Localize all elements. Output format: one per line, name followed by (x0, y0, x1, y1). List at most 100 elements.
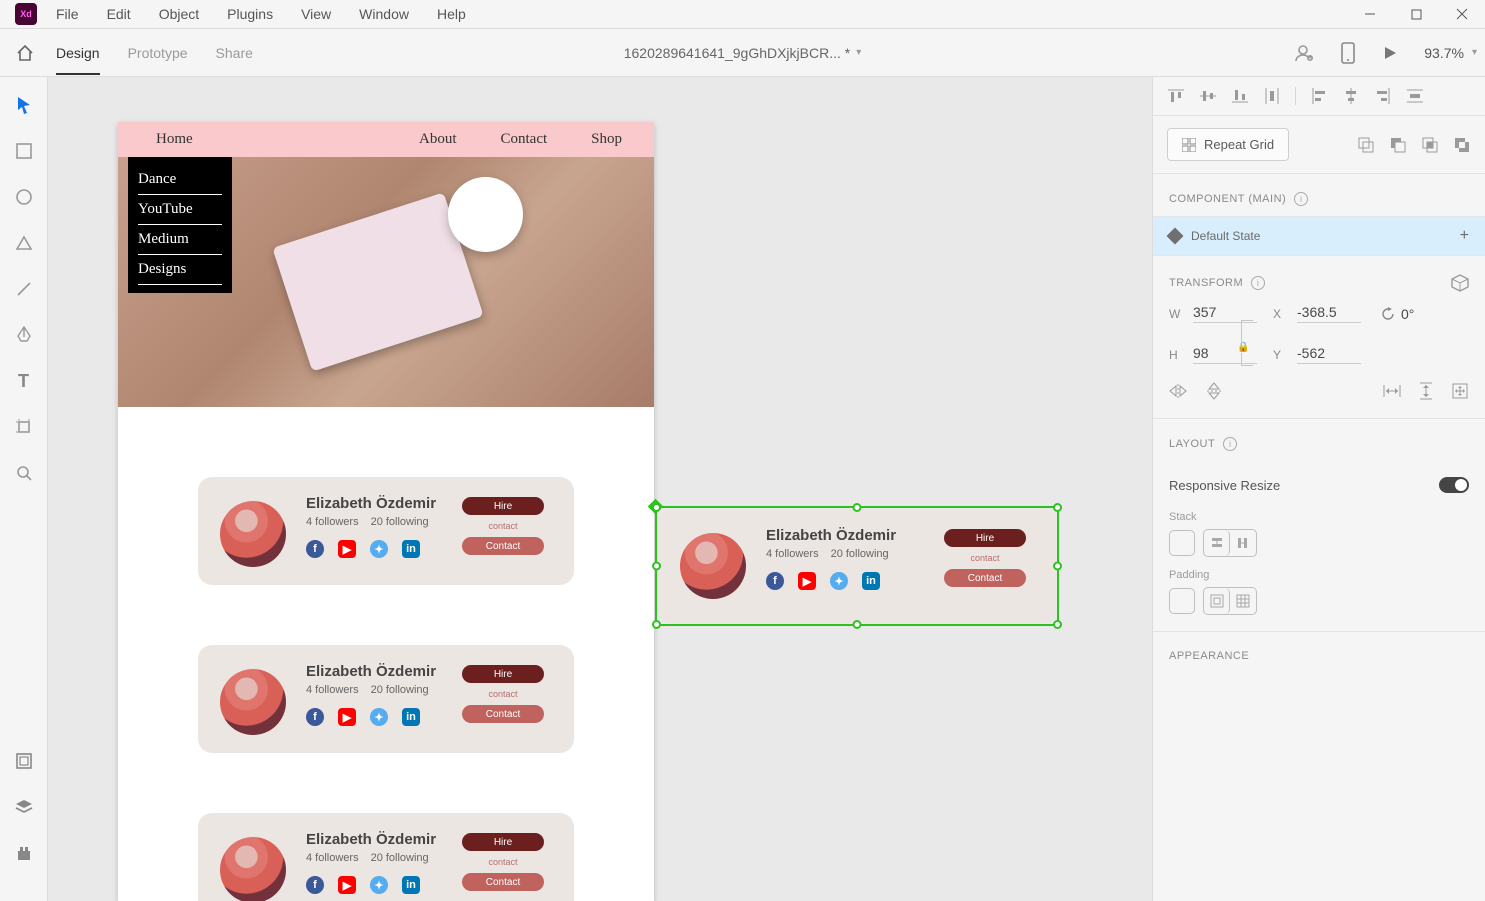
facebook-icon[interactable]: f (306, 708, 324, 726)
boolean-add[interactable] (1357, 136, 1375, 154)
close-button[interactable] (1439, 0, 1485, 29)
resize-handle[interactable] (1053, 620, 1062, 629)
sidebar-item-dance[interactable]: Dance (138, 165, 222, 195)
tab-share[interactable]: Share (216, 31, 253, 75)
facebook-icon[interactable]: f (766, 572, 784, 590)
align-left[interactable] (1310, 87, 1328, 105)
flip-horizontal[interactable] (1169, 382, 1187, 400)
distribute-v[interactable] (1263, 87, 1281, 105)
twitter-icon[interactable]: ✦ (370, 708, 388, 726)
hire-button[interactable]: Hire (462, 833, 544, 851)
info-icon[interactable]: i (1294, 192, 1308, 206)
device-preview-button[interactable] (1340, 42, 1356, 64)
contact-button[interactable]: Contact (462, 873, 544, 891)
assets-panel[interactable] (12, 749, 36, 773)
responsive-resize-toggle[interactable] (1439, 477, 1469, 493)
align-middle[interactable] (1199, 87, 1217, 105)
twitter-icon[interactable]: ✦ (370, 876, 388, 894)
align-center[interactable] (1342, 87, 1360, 105)
stack-horizontal[interactable] (1230, 530, 1256, 556)
plugins-panel[interactable] (12, 841, 36, 865)
repeat-grid-button[interactable]: Repeat Grid (1167, 128, 1289, 161)
youtube-icon[interactable]: ▶ (338, 876, 356, 894)
value-y[interactable]: -562 (1297, 345, 1361, 364)
invite-button[interactable]: + (1294, 43, 1314, 63)
nav-contact[interactable]: Contact (479, 131, 570, 148)
resize-handle[interactable] (1053, 503, 1062, 512)
linkedin-icon[interactable]: in (862, 572, 880, 590)
nav-home[interactable]: Home (118, 131, 231, 148)
hire-button[interactable]: Hire (462, 497, 544, 515)
resize-handle[interactable] (1053, 562, 1062, 571)
info-icon[interactable]: i (1251, 276, 1265, 290)
resize-handle[interactable] (853, 620, 862, 629)
tab-prototype[interactable]: Prototype (128, 31, 188, 75)
linkedin-icon[interactable]: in (402, 876, 420, 894)
profile-card[interactable]: Elizabeth Özdemir 4 followers20 followin… (198, 477, 574, 585)
padding-uniform[interactable] (1204, 588, 1230, 614)
youtube-icon[interactable]: ▶ (338, 708, 356, 726)
align-top[interactable] (1167, 87, 1185, 105)
enable-padding-checkbox[interactable] (1169, 588, 1195, 614)
menu-plugins[interactable]: Plugins (227, 6, 273, 22)
pen-tool[interactable] (12, 323, 36, 347)
fix-width[interactable] (1383, 382, 1401, 400)
align-bottom[interactable] (1231, 87, 1249, 105)
facebook-icon[interactable]: f (306, 540, 324, 558)
document-title[interactable]: 1620289641641_9gGhDXjkjBCR... * ▾ (624, 45, 862, 61)
profile-card[interactable]: Elizabeth Özdemir 4 followers20 followin… (198, 813, 574, 901)
maximize-button[interactable] (1393, 0, 1439, 29)
sidebar-item-youtube[interactable]: YouTube (138, 195, 222, 225)
boolean-intersect[interactable] (1421, 136, 1439, 154)
zoom-tool[interactable] (12, 461, 36, 485)
resize-handle[interactable] (652, 503, 661, 512)
zoom-control[interactable]: 93.7% ▾ (1424, 45, 1477, 61)
resize-handle[interactable] (652, 562, 661, 571)
minimize-button[interactable] (1347, 0, 1393, 29)
hire-button[interactable]: Hire (462, 665, 544, 683)
linkedin-icon[interactable]: in (402, 540, 420, 558)
stack-vertical[interactable] (1204, 530, 1230, 556)
enable-stack-checkbox[interactable] (1169, 530, 1195, 556)
select-tool[interactable] (12, 93, 36, 117)
selected-component[interactable]: Elizabeth Özdemir 4 followers20 followin… (658, 509, 1056, 623)
menu-file[interactable]: File (56, 6, 79, 22)
3d-transform-icon[interactable] (1451, 274, 1469, 292)
text-tool[interactable]: T (12, 369, 36, 393)
default-state-row[interactable]: Default State + (1153, 216, 1485, 256)
linkedin-icon[interactable]: in (402, 708, 420, 726)
sidebar-item-designs[interactable]: Designs (138, 255, 222, 285)
add-state-button[interactable]: + (1460, 227, 1469, 245)
align-right[interactable] (1374, 87, 1392, 105)
home-button[interactable] (8, 44, 42, 62)
contact-button[interactable]: Contact (462, 705, 544, 723)
twitter-icon[interactable]: ✦ (830, 572, 848, 590)
hire-button[interactable]: Hire (944, 529, 1026, 547)
info-icon[interactable]: i (1223, 437, 1237, 451)
boolean-subtract[interactable] (1389, 136, 1407, 154)
artboard-web[interactable]: Home About Contact Shop Dance YouTube Me… (118, 122, 654, 901)
boolean-exclude[interactable] (1453, 136, 1471, 154)
nav-shop[interactable]: Shop (569, 131, 644, 148)
nav-about[interactable]: About (397, 131, 479, 148)
menu-edit[interactable]: Edit (107, 6, 131, 22)
lock-icon[interactable]: 🔒 (1235, 342, 1251, 353)
scroll-viewport[interactable] (1451, 382, 1469, 400)
contact-button[interactable]: Contact (944, 569, 1026, 587)
value-x[interactable]: -368.5 (1297, 304, 1361, 323)
resize-handle[interactable] (853, 503, 862, 512)
rectangle-tool[interactable] (12, 139, 36, 163)
menu-window[interactable]: Window (359, 6, 409, 22)
canvas[interactable]: Home About Contact Shop Dance YouTube Me… (48, 77, 1152, 901)
menu-view[interactable]: View (301, 6, 331, 22)
line-tool[interactable] (12, 277, 36, 301)
sidebar-item-medium[interactable]: Medium (138, 225, 222, 255)
polygon-tool[interactable] (12, 231, 36, 255)
flip-vertical[interactable] (1205, 382, 1223, 400)
layers-panel[interactable] (12, 795, 36, 819)
distribute-h[interactable] (1406, 87, 1424, 105)
menu-help[interactable]: Help (437, 6, 466, 22)
facebook-icon[interactable]: f (306, 876, 324, 894)
contact-button[interactable]: Contact (462, 537, 544, 555)
youtube-icon[interactable]: ▶ (338, 540, 356, 558)
